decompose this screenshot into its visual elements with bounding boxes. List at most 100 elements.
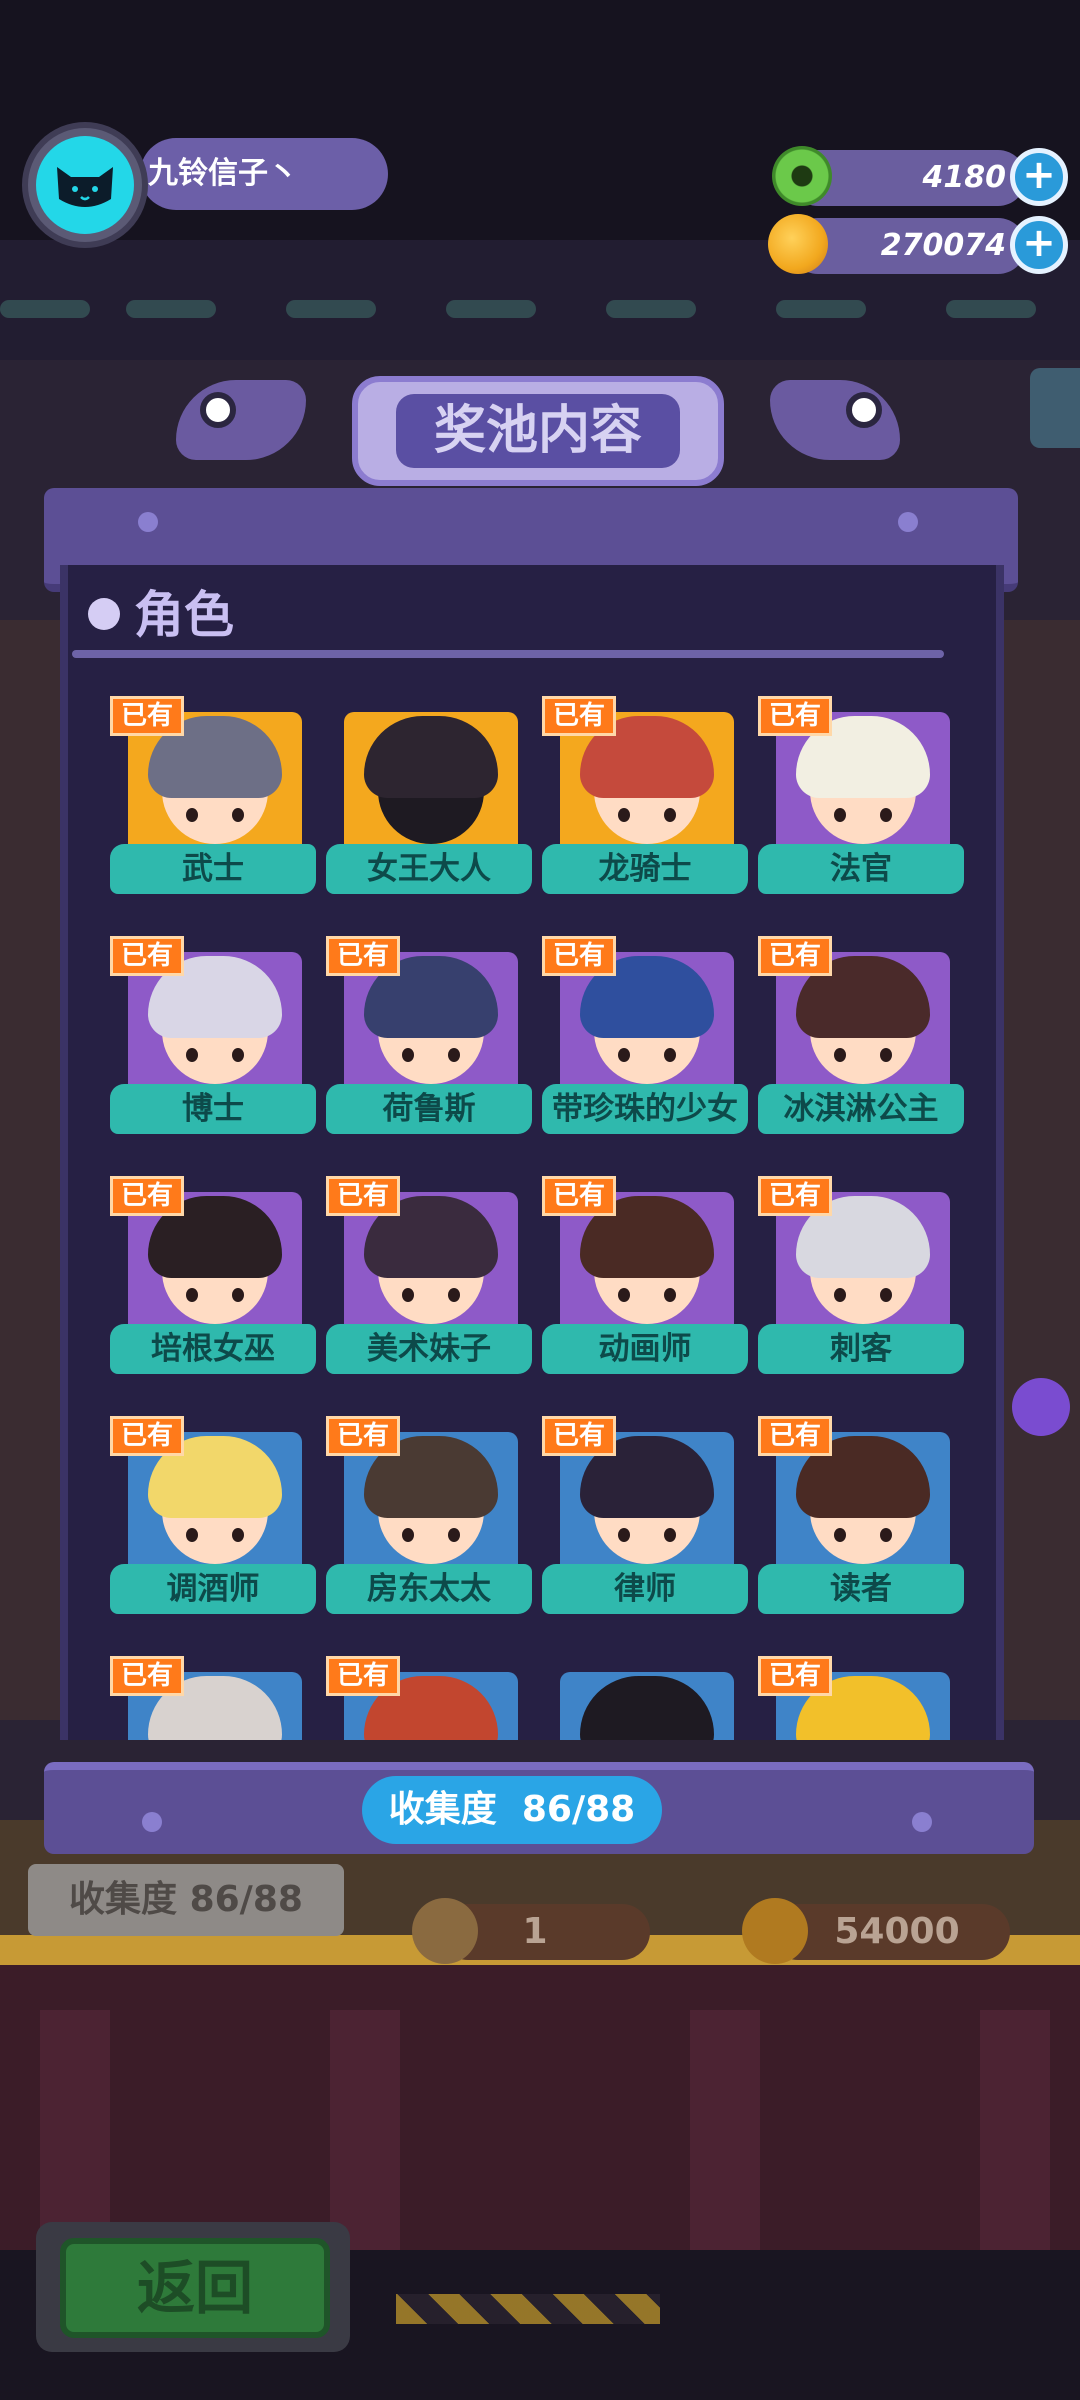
character-eyes-icon bbox=[834, 808, 892, 822]
character-card[interactable]: 冰淇淋公主 已有 bbox=[758, 936, 968, 1146]
section-divider bbox=[72, 650, 944, 658]
character-name: 女王大人 bbox=[326, 844, 532, 894]
character-name: 武士 bbox=[110, 844, 316, 894]
character-card[interactable]: 已有 bbox=[110, 1656, 320, 1740]
character-eyes-icon bbox=[186, 808, 244, 822]
background-lights bbox=[0, 290, 1080, 330]
owned-badge: 已有 bbox=[758, 936, 832, 976]
panel-edge-left bbox=[60, 565, 68, 1740]
character-card[interactable]: 武士 已有 bbox=[110, 696, 320, 906]
character-card[interactable]: 女王大人 bbox=[326, 696, 536, 906]
owned-badge: 已有 bbox=[758, 1656, 832, 1696]
rivet-icon bbox=[898, 512, 918, 532]
collection-progress: 收集度 86/88 bbox=[362, 1776, 662, 1844]
background-shelf-right bbox=[1000, 620, 1080, 1720]
character-name: 调酒师 bbox=[110, 1564, 316, 1614]
character-card[interactable]: 已有 bbox=[758, 1656, 968, 1740]
character-card[interactable]: 读者 已有 bbox=[758, 1416, 968, 1626]
character-name: 荷鲁斯 bbox=[326, 1084, 532, 1134]
owned-badge: 已有 bbox=[542, 696, 616, 736]
section-title: 角色 bbox=[134, 586, 234, 644]
owned-badge: 已有 bbox=[110, 1416, 184, 1456]
character-eyes-icon bbox=[402, 1048, 460, 1062]
owned-badge: 已有 bbox=[326, 1416, 400, 1456]
planet-coin-icon bbox=[768, 214, 828, 274]
character-eyes-icon bbox=[186, 1288, 244, 1302]
panel-edge-right bbox=[996, 565, 1004, 1740]
owned-badge: 已有 bbox=[758, 696, 832, 736]
background-collection-text: 收集度 86/88 bbox=[69, 1879, 303, 1920]
character-card[interactable]: 刺客 已有 bbox=[758, 1176, 968, 1386]
character-eyes-icon bbox=[402, 1528, 460, 1542]
character-card[interactable]: 调酒师 已有 bbox=[110, 1416, 320, 1626]
character-name: 龙骑士 bbox=[542, 844, 748, 894]
donut-count: 4180 bbox=[922, 160, 1007, 195]
planet-coin-icon bbox=[742, 1898, 808, 1964]
fish-eye-icon bbox=[846, 392, 882, 428]
background-pillar bbox=[690, 2010, 760, 2260]
character-card[interactable]: 律师 已有 bbox=[542, 1416, 752, 1626]
character-name: 房东太太 bbox=[326, 1564, 532, 1614]
character-name: 动画师 bbox=[542, 1324, 748, 1374]
character-eyes-icon bbox=[186, 1528, 244, 1542]
character-eyes-icon bbox=[618, 1048, 676, 1062]
character-card[interactable]: 房东太太 已有 bbox=[326, 1416, 536, 1626]
character-eyes-icon bbox=[618, 1288, 676, 1302]
owned-badge: 已有 bbox=[542, 1416, 616, 1456]
fish-eye-icon bbox=[200, 392, 236, 428]
character-name: 培根女巫 bbox=[110, 1324, 316, 1374]
character-name: 律师 bbox=[542, 1564, 748, 1614]
section-bullet-icon bbox=[88, 598, 120, 630]
character-eyes-icon bbox=[186, 1048, 244, 1062]
background-price: 54000 bbox=[834, 1911, 960, 1952]
character-card[interactable]: 带珍珠的少女 已有 bbox=[542, 936, 752, 1146]
rivet-icon bbox=[142, 1812, 162, 1832]
character-card[interactable]: 培根女巫 已有 bbox=[110, 1176, 320, 1386]
character-name: 读者 bbox=[758, 1564, 964, 1614]
back-button-label[interactable]: 返回 bbox=[60, 2238, 330, 2338]
character-name: 刺客 bbox=[758, 1324, 964, 1374]
owned-badge: 已有 bbox=[326, 936, 400, 976]
character-card[interactable]: 荷鲁斯 已有 bbox=[326, 936, 536, 1146]
lever-knob-icon bbox=[1012, 1378, 1070, 1436]
character-eyes-icon bbox=[834, 1528, 892, 1542]
character-name: 博士 bbox=[110, 1084, 316, 1134]
modal-title: 奖池内容 bbox=[433, 401, 642, 461]
owned-badge: 已有 bbox=[110, 696, 184, 736]
share-icon[interactable] bbox=[1030, 368, 1080, 448]
character-card[interactable]: 法官 已有 bbox=[758, 696, 968, 906]
player-name: 九铃信子丶 bbox=[148, 156, 298, 191]
owned-badge: 已有 bbox=[758, 1416, 832, 1456]
character-name: 法官 bbox=[758, 844, 964, 894]
character-card[interactable]: 美术妹子 已有 bbox=[326, 1176, 536, 1386]
character-eyes-icon bbox=[618, 1528, 676, 1542]
rivet-icon bbox=[912, 1812, 932, 1832]
owned-badge: 已有 bbox=[110, 1176, 184, 1216]
character-name: 带珍珠的少女 bbox=[542, 1084, 748, 1134]
character-card[interactable]: 龙骑士 已有 bbox=[542, 696, 752, 906]
collection-value: 86/88 bbox=[521, 1789, 636, 1830]
cat-avatar-icon[interactable] bbox=[36, 136, 134, 234]
character-eyes-icon bbox=[834, 1048, 892, 1062]
rivet-icon bbox=[138, 512, 158, 532]
owned-badge: 已有 bbox=[326, 1656, 400, 1696]
owned-badge: 已有 bbox=[110, 936, 184, 976]
background-pillar bbox=[980, 2010, 1050, 2260]
character-card[interactable]: 动画师 已有 bbox=[542, 1176, 752, 1386]
character-name: 美术妹子 bbox=[326, 1324, 532, 1374]
collection-label: 收集度 bbox=[388, 1789, 497, 1830]
ticket-icon bbox=[412, 1898, 478, 1964]
character-card[interactable]: 已有 bbox=[326, 1656, 536, 1740]
character-grid[interactable]: 武士 已有 女王大人 龙骑士 已有 法官 已有 博士 已有 荷鲁斯 已有 带珍珠的少女 已有 冰淇淋公主已… bbox=[70, 670, 970, 1740]
add-coin-button[interactable]: + bbox=[1010, 216, 1068, 274]
character-card[interactable]: 博士 已有 bbox=[110, 936, 320, 1146]
owned-badge: 已有 bbox=[110, 1656, 184, 1696]
character-eyes-icon bbox=[402, 1288, 460, 1302]
owned-badge: 已有 bbox=[542, 1176, 616, 1216]
owned-badge: 已有 bbox=[326, 1176, 400, 1216]
owned-badge: 已有 bbox=[758, 1176, 832, 1216]
add-donut-button[interactable]: + bbox=[1010, 148, 1068, 206]
character-card[interactable] bbox=[542, 1656, 752, 1740]
background-ticket-count: 1 bbox=[522, 1911, 548, 1952]
character-name: 冰淇淋公主 bbox=[758, 1084, 964, 1134]
